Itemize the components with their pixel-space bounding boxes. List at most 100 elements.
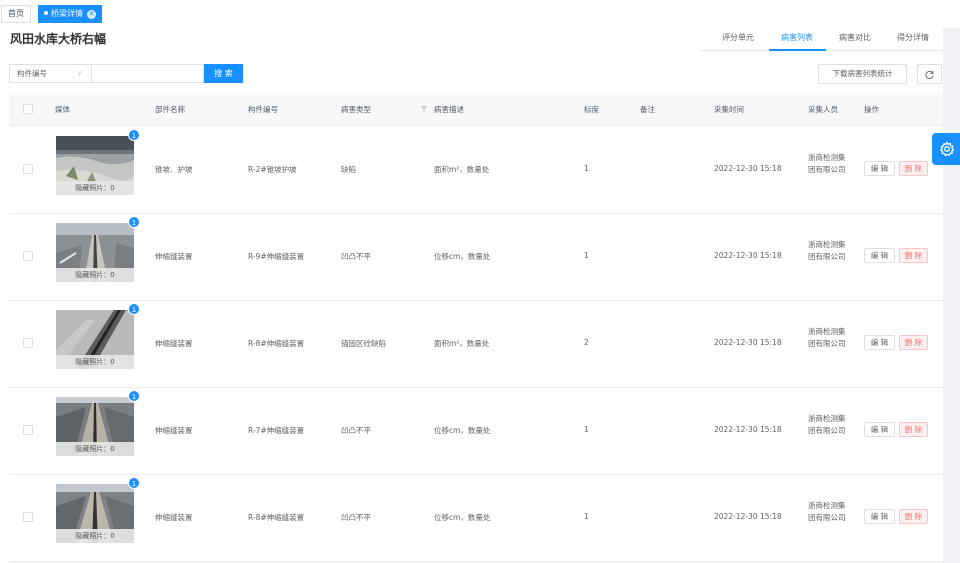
- cell-component-no: R-9#伸缩缝装置: [248, 252, 305, 261]
- search-input[interactable]: [91, 64, 204, 83]
- hidden-photos-caption: 隐藏照片：0: [56, 181, 134, 195]
- cell-time: 2022-12-30 15:18: [714, 251, 782, 260]
- col-scale: 标度: [584, 105, 599, 114]
- cell-component-no: R-8#伸缩缝装置: [248, 339, 305, 348]
- cell-time: 2022-12-30 15:18: [714, 164, 782, 173]
- delete-button[interactable]: 删 除: [899, 161, 928, 176]
- chevron-down-icon: ∨: [76, 69, 82, 77]
- row-checkbox[interactable]: [23, 512, 33, 522]
- cell-time: 2022-12-30 15:18: [714, 425, 782, 434]
- cell-collector: 浙商检测集团有限公司: [808, 327, 846, 348]
- cell-scale: 2: [584, 338, 589, 347]
- cell-collector: 浙商检测集团有限公司: [808, 414, 846, 435]
- row-checkbox[interactable]: [23, 338, 33, 348]
- refresh-icon: [925, 70, 934, 79]
- cell-part-name: 伸缩缝装置: [155, 513, 193, 522]
- photo-count-badge: 1: [128, 390, 140, 402]
- col-component-no: 构件编号: [248, 105, 278, 114]
- cell-collector: 浙商检测集团有限公司: [808, 240, 846, 261]
- table-row: 隐藏照片：0 1 伸缩缝装置 R-8#伸缩缝装置 锚固区砼缺陷 面积m²，数量处 2 2022…: [9, 301, 943, 388]
- hidden-photos-caption: 隐藏照片：0: [56, 529, 134, 543]
- edit-button[interactable]: 编 辑: [864, 161, 895, 176]
- media-thumbnail[interactable]: 隐藏照片：0: [56, 136, 134, 195]
- cell-part-name: 伸缩缝装置: [155, 252, 193, 261]
- cell-component-no: R-7#伸缩缝装置: [248, 426, 305, 435]
- tags-view-bar: 首页 桥梁详情 ✕: [0, 0, 960, 28]
- select-value: 构件编号: [17, 69, 47, 78]
- tag-bridge-detail[interactable]: 桥梁详情 ✕: [38, 5, 102, 23]
- cell-description: 面积m²，数量处: [434, 165, 490, 174]
- delete-button[interactable]: 删 除: [899, 422, 928, 437]
- cell-description: 面积m²，数量处: [434, 339, 490, 348]
- table-row: 隐藏照片：0 1 伸缩缝装置 R-8#伸缩缝装置 凹凸不平 位移cm，数量处 1 2022-1…: [9, 475, 943, 562]
- tag-home[interactable]: 首页: [1, 5, 31, 23]
- cell-time: 2022-12-30 15:18: [714, 338, 782, 347]
- search-button[interactable]: 搜 索: [204, 64, 243, 83]
- row-checkbox[interactable]: [23, 425, 33, 435]
- hidden-photos-caption: 隐藏照片：0: [56, 355, 134, 369]
- edit-button[interactable]: 编 辑: [864, 509, 895, 524]
- settings-float-button[interactable]: [932, 133, 960, 165]
- cell-disease-type: 锚固区砼缺陷: [341, 339, 386, 348]
- edit-button[interactable]: 编 辑: [864, 248, 895, 263]
- page-title: 风田水库大桥右幅: [10, 32, 107, 46]
- active-dot-icon: [44, 11, 48, 15]
- row-checkbox[interactable]: [23, 251, 33, 261]
- cell-disease-type: 凹凸不平: [341, 252, 371, 261]
- cell-scale: 1: [584, 425, 589, 434]
- photo-count-badge: 1: [128, 303, 140, 315]
- cell-disease-type: 凹凸不平: [341, 426, 371, 435]
- cell-component-no: R-8#伸缩缝装置: [248, 513, 305, 522]
- gear-icon: [939, 141, 955, 157]
- media-thumbnail[interactable]: 隐藏照片：0: [56, 397, 134, 456]
- hidden-photos-caption: 隐藏照片：0: [56, 442, 134, 456]
- photo-count-badge: 1: [128, 129, 140, 141]
- col-description: 病害描述: [434, 105, 464, 114]
- cell-scale: 1: [584, 251, 589, 260]
- photo-count-badge: 1: [128, 477, 140, 489]
- edit-button[interactable]: 编 辑: [864, 335, 895, 350]
- col-part-name: 部件名称: [155, 105, 185, 114]
- cell-part-name: 伸缩缝装置: [155, 426, 193, 435]
- col-media: 媒体: [55, 105, 70, 114]
- table-row: 隐藏照片：0 1 锥坡、护坡 R-2#锥坡护坡 缺陷 面积m²，数量处 1 2022-12-3…: [9, 127, 943, 214]
- search-field-select[interactable]: 构件编号 ∨: [9, 64, 91, 83]
- cell-description: 位移cm，数量处: [434, 513, 491, 522]
- tag-bridge-detail-label: 桥梁详情: [51, 9, 83, 18]
- hidden-photos-caption: 隐藏照片：0: [56, 268, 134, 282]
- cell-scale: 1: [584, 512, 589, 521]
- cell-scale: 1: [584, 164, 589, 173]
- cell-part-name: 锥坡、护坡: [155, 165, 193, 174]
- right-strip: [943, 28, 960, 563]
- cell-disease-type: 缺陷: [341, 165, 356, 174]
- refresh-button[interactable]: [917, 64, 942, 84]
- main-panel: 风田水库大桥右幅 评分单元 病害列表 病害对比 得分详情 构件编号 ∨ 搜 索 下…: [0, 28, 943, 563]
- media-thumbnail[interactable]: 隐藏照片：0: [56, 310, 134, 369]
- delete-button[interactable]: 删 除: [899, 335, 928, 350]
- col-disease-type: 病害类型: [341, 105, 371, 114]
- filter-icon[interactable]: [421, 106, 427, 113]
- media-thumbnail[interactable]: 隐藏照片：0: [56, 484, 134, 543]
- col-collector: 采集人员: [808, 105, 838, 114]
- row-checkbox[interactable]: [23, 164, 33, 174]
- delete-button[interactable]: 删 除: [899, 248, 928, 263]
- media-thumbnail[interactable]: 隐藏照片：0: [56, 223, 134, 282]
- cell-collector: 浙商检测集团有限公司: [808, 501, 846, 522]
- col-remark: 备注: [640, 105, 655, 114]
- edit-button[interactable]: 编 辑: [864, 422, 895, 437]
- cell-time: 2022-12-30 15:18: [714, 512, 782, 521]
- cell-description: 位移cm，数量处: [434, 426, 491, 435]
- cell-description: 位移cm，数量处: [434, 252, 491, 261]
- cell-collector: 浙商检测集团有限公司: [808, 153, 846, 174]
- cell-part-name: 伸缩缝装置: [155, 339, 193, 348]
- photo-count-badge: 1: [128, 216, 140, 228]
- tab-score-detail[interactable]: 得分详情: [897, 32, 943, 54]
- select-all-checkbox[interactable]: [23, 104, 33, 114]
- table-header: 媒体 部件名称 构件编号 病害类型 病害描述 标度 备注 采集时间 采集人员 操…: [9, 93, 943, 126]
- delete-button[interactable]: 删 除: [899, 509, 928, 524]
- table-row: 隐藏照片：0 1 伸缩缝装置 R-9#伸缩缝装置 凹凸不平 位移cm，数量处 1 2022-1…: [9, 214, 943, 301]
- download-stats-button[interactable]: 下载病害列表统计: [818, 64, 907, 84]
- close-icon[interactable]: ✕: [87, 10, 96, 19]
- col-action: 操作: [864, 105, 879, 114]
- col-time: 采集时间: [714, 105, 744, 114]
